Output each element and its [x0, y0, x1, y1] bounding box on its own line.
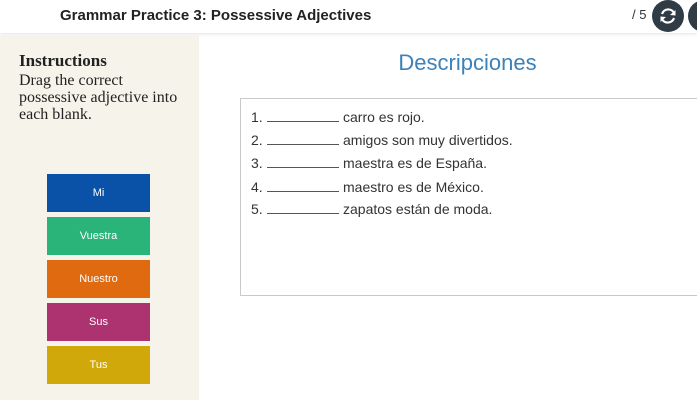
- tile-sus[interactable]: Sus: [47, 303, 150, 341]
- reset-icon: [660, 8, 676, 24]
- next-button[interactable]: [688, 0, 697, 32]
- blank-drop-zone[interactable]: [267, 199, 339, 214]
- sentence-row: 4. maestro es de México.: [251, 175, 484, 195]
- blank-drop-zone[interactable]: [267, 130, 339, 145]
- reset-button[interactable]: [652, 0, 684, 32]
- sentence-row: 5. zapatos están de moda.: [251, 197, 492, 217]
- blank-drop-zone[interactable]: [267, 177, 339, 192]
- instructions-text: Drag the correct possessive adjective in…: [19, 72, 178, 123]
- tile-nuestro[interactable]: Nuestro: [47, 260, 150, 298]
- sentence-text: carro es rojo.: [343, 109, 425, 125]
- sentence-number: 3.: [251, 155, 263, 171]
- sentence-text: maestra es de España.: [343, 155, 487, 171]
- sentence-text: maestro es de México.: [343, 179, 484, 195]
- sentence-row: 2. amigos son muy divertidos.: [251, 128, 513, 148]
- instructions-title: Instructions: [19, 51, 107, 70]
- blank-drop-zone[interactable]: [267, 107, 339, 122]
- sentence-text: amigos son muy divertidos.: [343, 132, 513, 148]
- tile-tus[interactable]: Tus: [47, 346, 150, 384]
- blank-drop-zone[interactable]: [267, 153, 339, 168]
- header-bar: Grammar Practice 3: Possessive Adjective…: [0, 0, 697, 33]
- sentence-number: 4.: [251, 179, 263, 195]
- sentence-number: 2.: [251, 132, 263, 148]
- sentence-number: 5.: [251, 201, 263, 217]
- sentence-number: 1.: [251, 109, 263, 125]
- tile-mi[interactable]: Mi: [47, 174, 150, 212]
- page-title: Grammar Practice 3: Possessive Adjective…: [60, 7, 372, 24]
- score-label: / 5: [632, 7, 647, 22]
- sentence-text: zapatos están de moda.: [343, 201, 493, 217]
- activity-title: Descripciones: [398, 50, 537, 75]
- tile-vuestra[interactable]: Vuestra: [47, 217, 150, 255]
- sentence-row: 1. carro es rojo.: [251, 105, 425, 125]
- sentence-row: 3. maestra es de España.: [251, 151, 487, 171]
- sentence-box: 1. carro es rojo. 2. amigos son muy dive…: [240, 98, 697, 296]
